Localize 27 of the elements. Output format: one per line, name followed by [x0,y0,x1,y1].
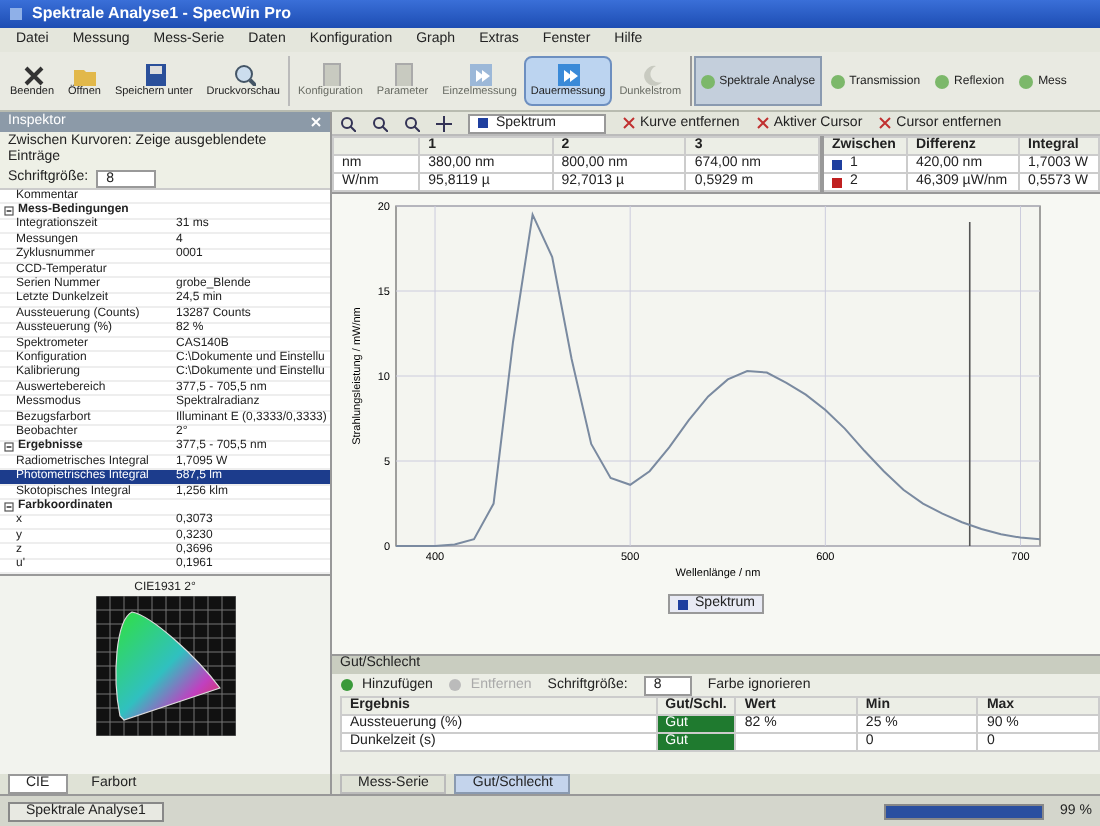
circle-icon [448,678,463,692]
moon-icon [638,62,663,86]
legend-swatch-icon [677,599,688,609]
play-icon [467,62,492,86]
magnifier-icon [231,62,256,86]
circle-icon [934,73,951,89]
close-icon [20,62,45,86]
document-icon [390,62,415,86]
zoom-reset-icon [404,115,420,131]
cursor-line[interactable] [968,221,971,547]
circle-icon [340,678,354,692]
circle-icon [699,73,716,89]
circle-icon [829,73,846,89]
zoom-out-icon [372,115,388,131]
circle-icon [1018,73,1035,89]
cross-icon [755,116,770,130]
chromaticity-diagram-drawing [95,596,235,737]
move-icon [436,115,452,131]
cross-icon [878,116,893,130]
close-icon [310,116,322,128]
cross-icon [622,116,636,130]
document-icon [318,62,343,86]
play-icon [556,62,581,86]
app-icon [8,6,24,22]
series-square-icon [478,118,488,128]
window-title: Spektrale Analyse1 - SpecWin Pro [32,6,291,22]
zoom-in-icon [340,115,356,131]
